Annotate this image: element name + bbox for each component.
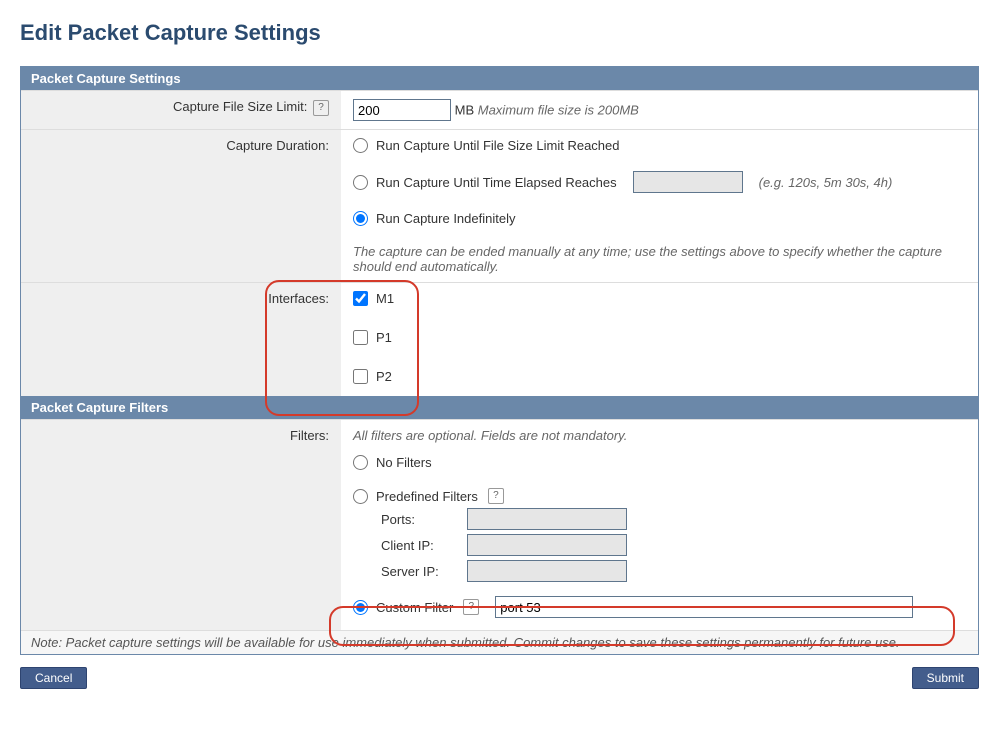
footer-note: Note: Packet capture settings will be av… bbox=[21, 630, 978, 654]
duration-label: Capture Duration: bbox=[21, 130, 341, 282]
checkbox-m1-label: M1 bbox=[376, 291, 394, 306]
row-file-size: Capture File Size Limit: ? MB Maximum fi… bbox=[21, 90, 978, 129]
checkbox-m1[interactable] bbox=[353, 291, 368, 306]
row-interfaces: Interfaces: M1 P1 P2 bbox=[21, 282, 978, 396]
checkbox-p1-label: P1 bbox=[376, 330, 392, 345]
help-icon[interactable]: ? bbox=[463, 599, 479, 615]
file-size-unit: MB bbox=[455, 103, 475, 118]
radio-no-filters[interactable] bbox=[353, 455, 368, 470]
button-bar: Cancel Submit bbox=[20, 667, 979, 689]
settings-header: Packet Capture Settings bbox=[21, 67, 978, 90]
time-elapsed-input[interactable] bbox=[633, 171, 743, 193]
row-duration: Capture Duration: Run Capture Until File… bbox=[21, 129, 978, 282]
filters-label: Filters: bbox=[21, 420, 341, 630]
radio-custom-label: Custom Filter bbox=[376, 600, 453, 615]
row-filters: Filters: All filters are optional. Field… bbox=[21, 419, 978, 630]
client-ip-label: Client IP: bbox=[381, 538, 467, 553]
ports-label: Ports: bbox=[381, 512, 467, 527]
radio-predefined[interactable] bbox=[353, 489, 368, 504]
submit-button[interactable]: Submit bbox=[912, 667, 979, 689]
duration-note: The capture can be ended manually at any… bbox=[353, 244, 966, 274]
ports-input[interactable] bbox=[467, 508, 627, 530]
filters-header: Packet Capture Filters bbox=[21, 396, 978, 419]
help-icon[interactable]: ? bbox=[488, 488, 504, 504]
radio-time-elapsed[interactable] bbox=[353, 175, 368, 190]
page-title: Edit Packet Capture Settings bbox=[20, 20, 979, 46]
radio-size-limit[interactable] bbox=[353, 138, 368, 153]
radio-size-limit-label: Run Capture Until File Size Limit Reache… bbox=[376, 138, 620, 153]
radio-predefined-label: Predefined Filters bbox=[376, 489, 478, 504]
file-size-input[interactable] bbox=[353, 99, 451, 121]
help-icon[interactable]: ? bbox=[313, 100, 329, 116]
cancel-button[interactable]: Cancel bbox=[20, 667, 87, 689]
radio-no-filters-label: No Filters bbox=[376, 455, 432, 470]
interfaces-label: Interfaces: bbox=[21, 283, 341, 396]
server-ip-input[interactable] bbox=[467, 560, 627, 582]
radio-indefinite[interactable] bbox=[353, 211, 368, 226]
checkbox-p2-label: P2 bbox=[376, 369, 392, 384]
file-size-hint: Maximum file size is 200MB bbox=[478, 103, 639, 118]
file-size-label: Capture File Size Limit: ? bbox=[21, 91, 341, 129]
filters-hint: All filters are optional. Fields are not… bbox=[353, 428, 966, 443]
checkbox-p2[interactable] bbox=[353, 369, 368, 384]
client-ip-input[interactable] bbox=[467, 534, 627, 556]
radio-indefinite-label: Run Capture Indefinitely bbox=[376, 211, 515, 226]
radio-time-elapsed-label: Run Capture Until Time Elapsed Reaches bbox=[376, 175, 617, 190]
time-elapsed-hint: (e.g. 120s, 5m 30s, 4h) bbox=[759, 175, 893, 190]
checkbox-p1[interactable] bbox=[353, 330, 368, 345]
server-ip-label: Server IP: bbox=[381, 564, 467, 579]
radio-custom[interactable] bbox=[353, 600, 368, 615]
settings-panel: Packet Capture Settings Capture File Siz… bbox=[20, 66, 979, 655]
predefined-group: Ports: Client IP: Server IP: bbox=[381, 508, 966, 582]
custom-filter-input[interactable] bbox=[495, 596, 913, 618]
